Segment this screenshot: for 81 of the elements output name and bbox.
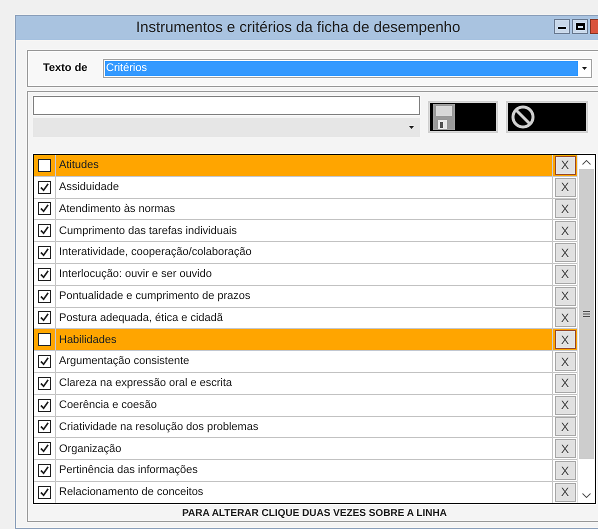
criterion-label[interactable]: Pertinência das informações [59,462,198,479]
criterion-label[interactable]: Argumentação consistente [59,353,190,370]
remove-button[interactable]: X [554,308,576,328]
checkbox[interactable] [38,486,51,499]
group-label[interactable]: Atitudes [59,157,99,174]
criterion-label[interactable]: Pontualidade e cumprimento de prazos [59,288,250,304]
maximize-icon [576,23,584,30]
remove-button[interactable]: X [554,352,576,372]
caret-icon [409,126,414,129]
checkmark-icon [40,466,49,476]
save-button[interactable] [428,101,498,133]
hint-text: PARA ALTERAR CLIQUE DUAS VEZES SOBRE A LINHA [182,507,447,521]
checkmark-icon [40,270,49,279]
remove-button[interactable]: X [554,243,576,262]
criterion-label[interactable]: Coerência e coesão [59,396,157,414]
checkbox[interactable] [38,398,51,412]
remove-button[interactable]: X [554,461,576,480]
remove-button[interactable]: X [554,417,576,436]
maximize-button[interactable] [572,19,588,34]
criterion-label[interactable]: Clareza na expressão oral e escrita [59,375,232,392]
checkbox[interactable] [38,268,51,281]
caret-icon [582,67,587,70]
checkbox[interactable] [38,420,51,434]
prohibited-icon [511,105,535,129]
criterion-label[interactable]: Relacionamento de conceitos [59,484,204,501]
checkmark-icon [40,182,49,192]
remove-button[interactable]: X [554,439,576,458]
checkbox[interactable] [38,376,51,390]
filter-label: Texto de [43,61,88,76]
checkbox[interactable] [38,180,51,194]
checkmark-icon [40,292,49,301]
checkmark-icon [40,248,49,258]
checkmark-icon [40,313,49,322]
remove-button[interactable]: X [554,286,576,306]
checkmark-icon [40,444,49,454]
checkbox[interactable] [38,355,51,368]
window-title: Instrumentos e critérios da ficha de desempenho [136,18,460,38]
criterion-label[interactable]: Criatividade na resolução dos problemas [59,418,258,436]
cancel-button[interactable] [506,101,588,133]
minimize-icon [558,27,566,29]
checkmark-icon [40,400,49,410]
remove-button[interactable]: X [554,264,576,284]
criterion-label[interactable]: Organização [59,440,122,457]
remove-button[interactable]: X [554,178,576,197]
criterion-label[interactable]: Interlocução: ouvir e ser ouvido [59,266,212,283]
remove-button[interactable]: X [554,374,576,393]
remove-button[interactable]: X [554,396,576,415]
checkbox[interactable] [38,246,51,260]
criterion-label[interactable]: Cumprimento das tarefas individuais [59,222,237,240]
checkbox[interactable] [38,290,51,303]
text-field[interactable] [33,96,420,115]
criterion-label[interactable]: Assiduidade [59,178,119,196]
criterion-label[interactable]: Postura adequada, ética e cidadã [59,310,223,326]
scroll-thumb[interactable] [579,169,594,459]
checkbox[interactable] [38,333,51,346]
remove-button[interactable]: X [554,330,576,350]
checkbox[interactable] [38,442,51,456]
scrollbar[interactable] [577,155,595,503]
checkmark-icon [40,488,49,497]
remove-button[interactable]: X [554,156,576,175]
grip-icon [583,311,590,317]
checkmark-icon [40,204,49,214]
group-label[interactable]: Habilidades [59,332,116,348]
checkbox[interactable] [38,311,51,324]
remove-button[interactable]: X [554,199,576,218]
checkbox[interactable] [38,464,51,478]
criterion-label[interactable]: Interatividade, cooperação/colaboração [59,244,252,261]
remove-button[interactable]: X [554,221,576,240]
scroll-up-icon[interactable] [582,160,591,165]
checkmark-icon [40,422,49,432]
selected-option: Critérios [105,61,578,76]
checkbox[interactable] [38,224,51,238]
checkmark-icon [40,378,49,388]
checkmark-icon [40,357,49,366]
criterion-label[interactable]: Atendimento às normas [59,200,176,218]
checkbox[interactable] [38,202,51,216]
minimize-button[interactable] [554,19,570,34]
checkmark-icon [40,226,49,236]
checkbox[interactable] [38,158,51,172]
remove-button[interactable]: X [554,482,576,502]
scroll-down-icon[interactable] [582,493,591,498]
